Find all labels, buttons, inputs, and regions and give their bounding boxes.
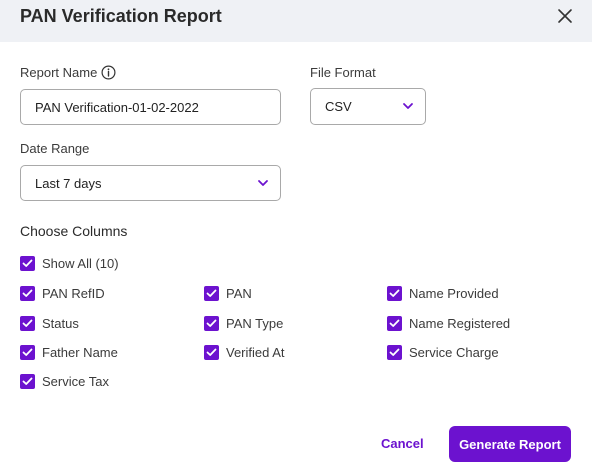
checkbox-label: PAN RefID xyxy=(42,285,105,301)
checkbox-label: PAN Type xyxy=(226,315,284,331)
chevron-down-icon xyxy=(258,180,268,186)
checkbox-show-all[interactable]: Show All (10) xyxy=(20,255,119,271)
file-format-select[interactable]: CSV xyxy=(310,88,426,125)
checkbox-label: Show All (10) xyxy=(42,255,119,271)
checkbox-label: Name Registered xyxy=(409,315,511,331)
checkbox-checked-icon[interactable] xyxy=(20,315,35,331)
file-format-value: CSV xyxy=(325,99,352,114)
generate-report-button[interactable]: Generate Report xyxy=(449,426,571,462)
checkbox-verified-at[interactable]: Verified At xyxy=(204,344,285,360)
checkbox-checked-icon[interactable] xyxy=(20,285,35,301)
checkbox-name-registered[interactable]: Name Registered xyxy=(387,315,510,331)
checkbox-father-name[interactable]: Father Name xyxy=(20,344,118,360)
checkbox-label: Service Tax xyxy=(42,373,109,389)
date-range-label: Date Range xyxy=(20,141,90,156)
cancel-button[interactable]: Cancel xyxy=(381,436,424,451)
checkbox-checked-icon[interactable] xyxy=(204,315,219,331)
checkbox-name-provided[interactable]: Name Provided xyxy=(387,285,499,301)
choose-columns-title: Choose Columns xyxy=(20,223,128,239)
checkbox-checked-icon[interactable] xyxy=(204,344,219,360)
checkbox-checked-icon[interactable] xyxy=(204,285,219,301)
checkbox-checked-icon[interactable] xyxy=(20,373,35,389)
dialog-header: PAN Verification Report xyxy=(0,0,592,42)
checkbox-pan-refid[interactable]: PAN RefID xyxy=(20,285,105,301)
date-range-select[interactable]: Last 7 days xyxy=(20,165,281,201)
close-icon[interactable] xyxy=(556,7,574,25)
checkbox-checked-icon[interactable] xyxy=(387,315,402,331)
checkbox-service-charge[interactable]: Service Charge xyxy=(387,344,499,360)
checkbox-label: Father Name xyxy=(42,344,118,360)
checkbox-label: Verified At xyxy=(226,344,285,360)
checkbox-pan[interactable]: PAN xyxy=(204,285,252,301)
checkbox-label: Status xyxy=(42,315,79,331)
report-name-label: Report Name xyxy=(20,65,98,80)
checkbox-pan-type[interactable]: PAN Type xyxy=(204,315,283,331)
report-name-value: PAN Verification-01-02-2022 xyxy=(35,99,199,115)
checkbox-label: PAN xyxy=(226,285,252,301)
dialog-title: PAN Verification Report xyxy=(20,6,222,26)
checkbox-status[interactable]: Status xyxy=(20,315,79,331)
checkbox-checked-icon[interactable] xyxy=(387,285,402,301)
checkbox-checked-icon[interactable] xyxy=(20,344,35,360)
checkbox-checked-icon[interactable] xyxy=(387,344,402,360)
date-range-value: Last 7 days xyxy=(35,175,102,191)
checkbox-label: Service Charge xyxy=(409,344,499,360)
checkbox-label: Name Provided xyxy=(409,285,499,301)
report-name-input[interactable]: PAN Verification-01-02-2022 xyxy=(20,89,281,125)
info-icon[interactable] xyxy=(101,65,116,80)
checkbox-checked-icon[interactable] xyxy=(20,255,35,271)
file-format-label: File Format xyxy=(310,65,376,80)
checkbox-service-tax[interactable]: Service Tax xyxy=(20,373,109,389)
chevron-down-icon xyxy=(403,103,413,109)
